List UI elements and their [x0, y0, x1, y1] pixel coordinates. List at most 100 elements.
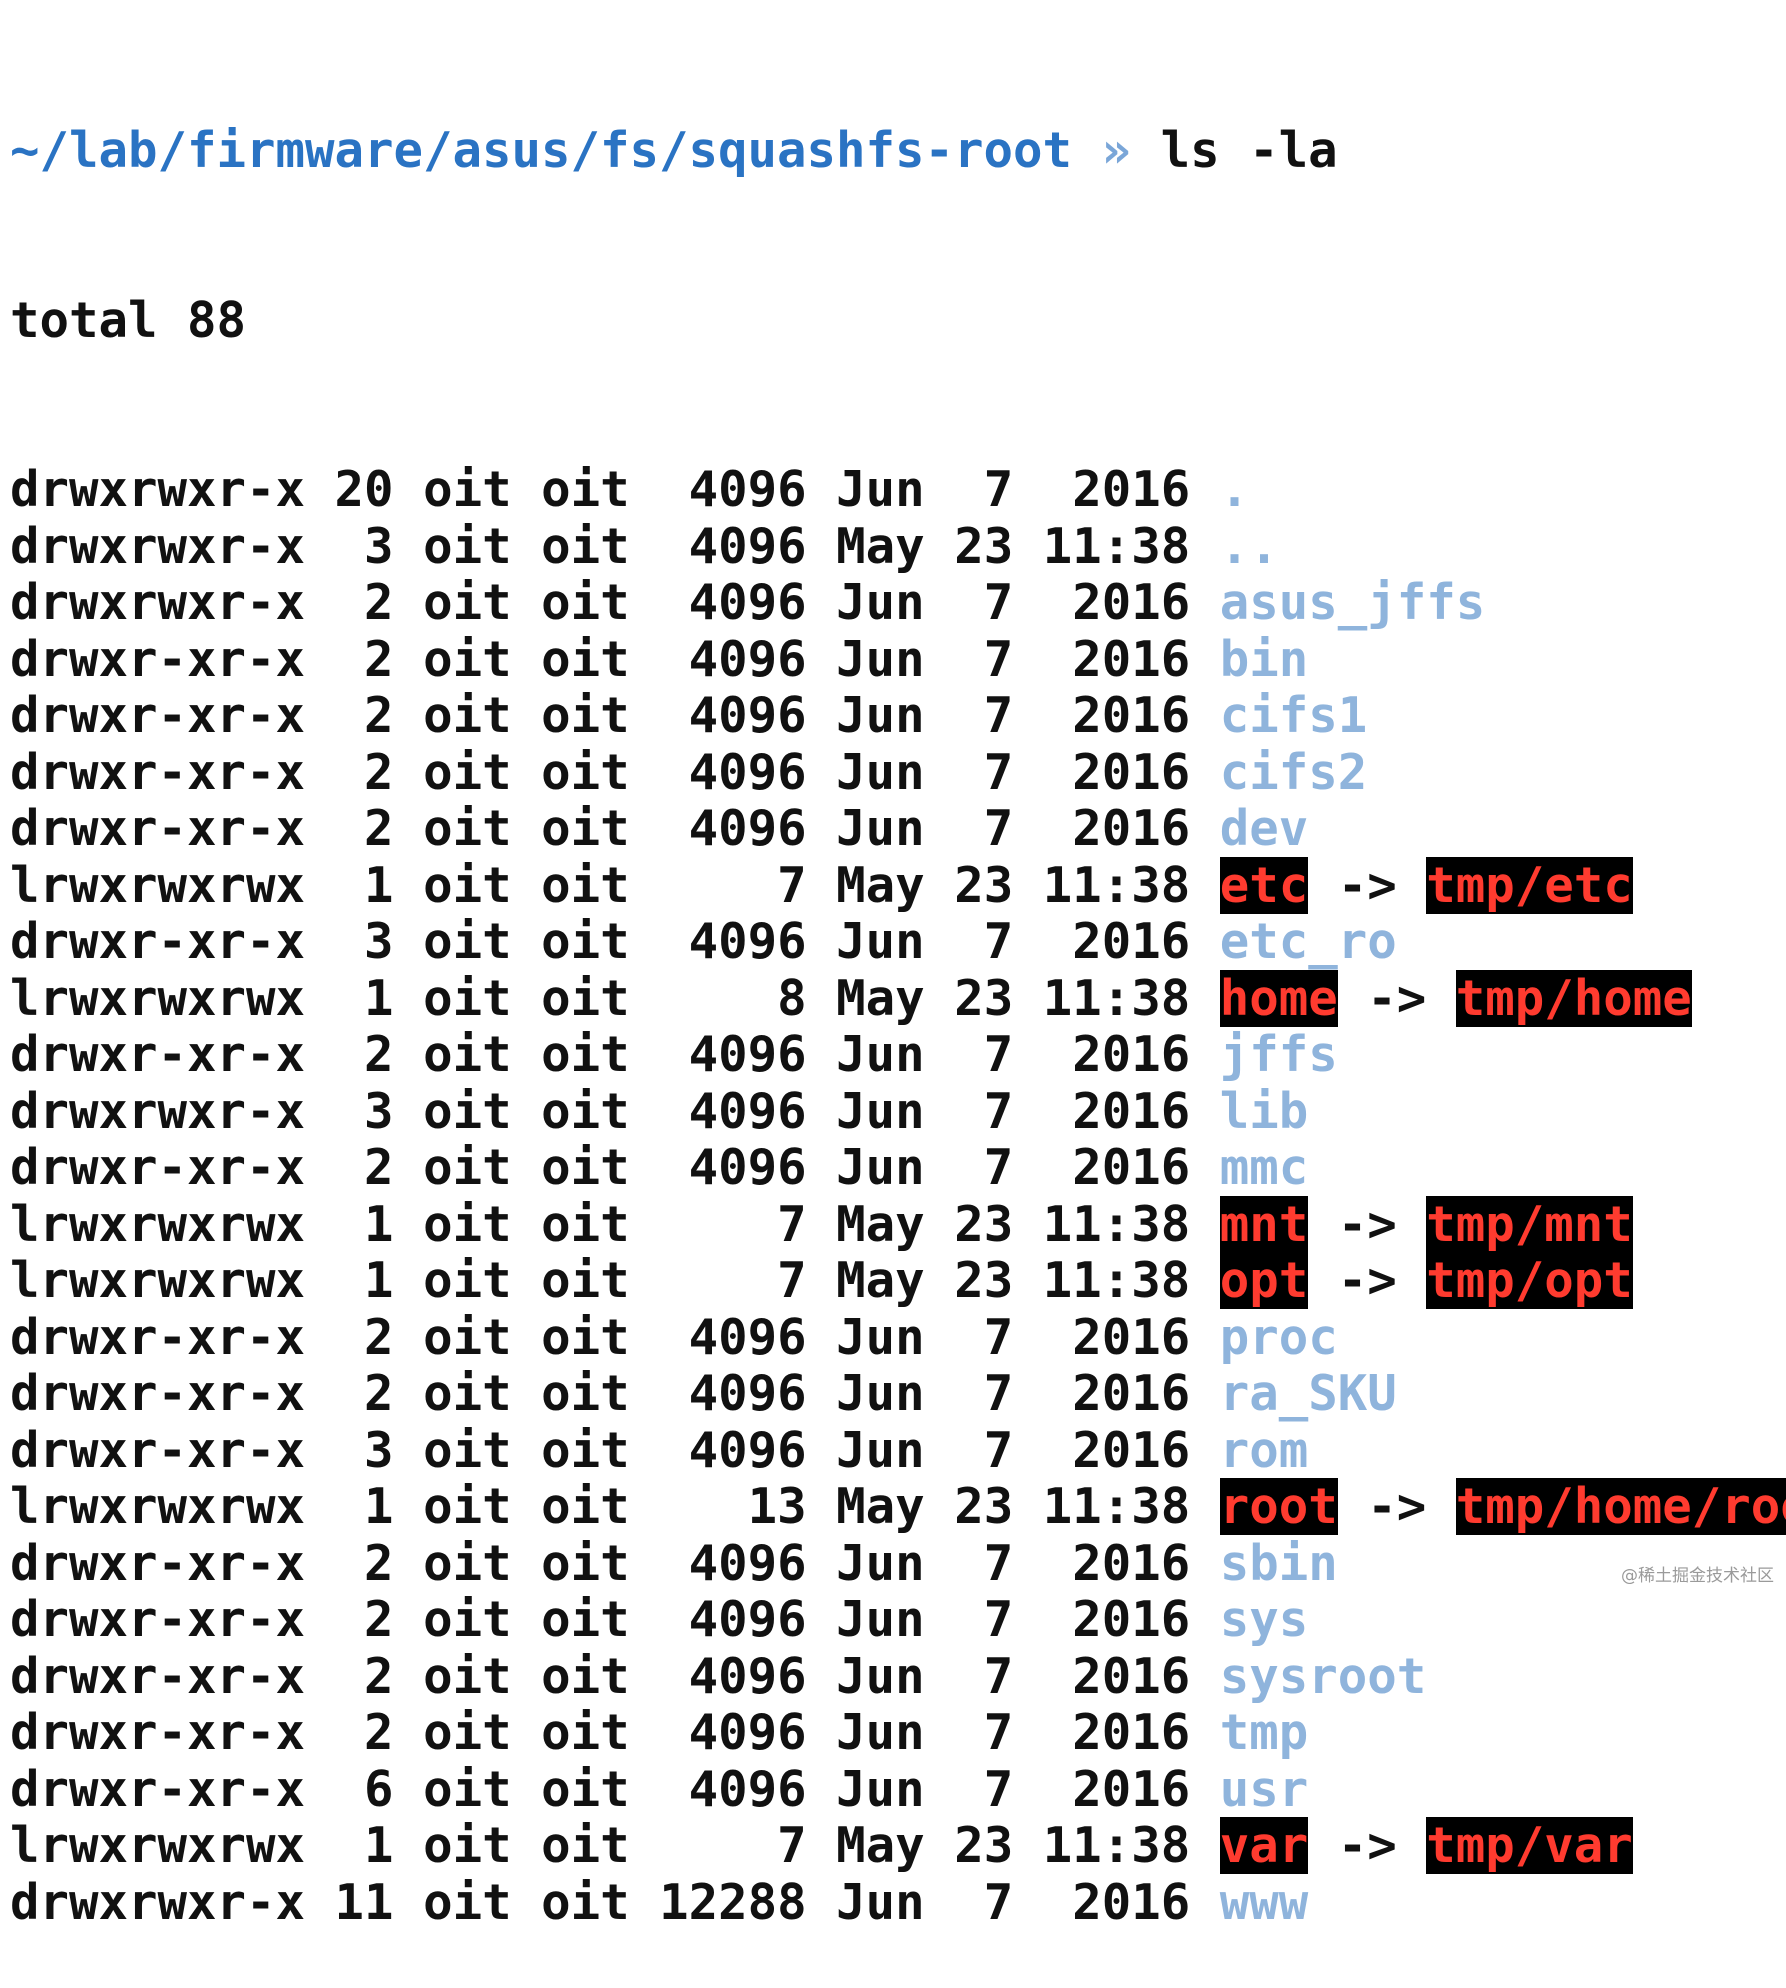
entry-group: oit — [541, 1082, 630, 1140]
entry-size: 4096 — [688, 574, 807, 631]
entry-size: 4096 — [688, 1082, 807, 1140]
symlink-target: tmp/opt — [1426, 1252, 1633, 1309]
entry-day: 7 — [983, 1026, 1014, 1083]
entry-month: Jun — [836, 687, 925, 744]
directory-name: www — [1219, 1873, 1309, 1931]
total-line: total 88 — [10, 291, 247, 349]
entry-permissions: drwxr-xr-x — [10, 1534, 306, 1592]
entry-permissions: drwxr-xr-x — [10, 1139, 306, 1196]
entry-owner: oit — [423, 574, 512, 631]
entry-links: 2 — [364, 743, 394, 801]
entry-size: 4096 — [688, 687, 807, 744]
directory-name: dev — [1219, 800, 1309, 857]
entry-links: 2 — [364, 1308, 394, 1366]
entry-permissions: lrwxrwxrwx — [10, 1817, 306, 1874]
entry-time: 11:38 — [1042, 1817, 1191, 1874]
entry-owner: oit — [423, 1704, 512, 1761]
entry-owner: oit — [423, 1760, 512, 1818]
entry-permissions: lrwxrwxrwx — [10, 856, 306, 914]
entry-group: oit — [541, 969, 630, 1027]
entry-size: 4096 — [688, 1704, 807, 1761]
entry-day: 7 — [983, 1760, 1014, 1818]
list-item: drwxr-xr-x 2 oit oit 4096 Jun 7 2016 jff… — [10, 1026, 1776, 1084]
entry-links: 2 — [364, 687, 394, 744]
directory-name: sbin — [1219, 1534, 1338, 1592]
list-item: drwxrwxr-x 3 oit oit 4096 May 23 11:38 .… — [10, 517, 1776, 576]
entry-size: 4096 — [688, 630, 807, 688]
entry-permissions: drwxrwxr-x — [10, 517, 306, 575]
prompt-symbol: » — [1101, 122, 1132, 179]
entry-group: oit — [541, 1139, 630, 1196]
list-item: lrwxrwxrwx 1 oit oit 7 May 23 11:38 etc … — [10, 856, 1776, 915]
entry-day: 7 — [983, 743, 1014, 801]
list-item: drwxr-xr-x 2 oit oit 4096 Jun 7 2016 dev — [10, 800, 1776, 858]
entry-group: oit — [541, 1421, 630, 1479]
list-item: lrwxrwxrwx 1 oit oit 13 May 23 11:38 roo… — [10, 1478, 1786, 1536]
entry-links: 3 — [364, 1421, 394, 1479]
entry-group: oit — [541, 1534, 630, 1592]
entry-group: oit — [541, 856, 630, 914]
entry-time: 2016 — [1072, 574, 1191, 631]
entry-month: Jun — [836, 630, 925, 688]
list-item: drwxr-xr-x 2 oit oit 4096 Jun 7 2016 bin — [10, 630, 1776, 689]
entry-links: 2 — [364, 1139, 394, 1196]
entry-month: May — [836, 969, 925, 1027]
symlink-name: home — [1219, 969, 1338, 1027]
entry-links: 2 — [364, 1534, 394, 1592]
directory-name: tmp — [1219, 1704, 1309, 1761]
entry-links: 3 — [364, 517, 394, 575]
entry-month: Jun — [836, 461, 925, 518]
entry-group: oit — [541, 461, 630, 518]
entry-size: 4096 — [688, 1421, 807, 1479]
list-item: drwxr-xr-x 2 oit oit 4096 Jun 7 2016 tmp — [10, 1704, 1776, 1762]
entry-size: 7 — [777, 1252, 807, 1309]
entry-owner: oit — [423, 1026, 512, 1083]
directory-name: mmc — [1219, 1139, 1309, 1196]
entry-time: 2016 — [1072, 1760, 1191, 1818]
entry-time: 11:38 — [1042, 969, 1191, 1027]
entry-month: Jun — [836, 1704, 925, 1761]
symlink-name: mnt — [1219, 1195, 1309, 1253]
entry-links: 2 — [364, 1591, 394, 1648]
entry-month: Jun — [836, 1365, 925, 1422]
entry-group: oit — [541, 1591, 630, 1648]
entry-permissions: drwxr-xr-x — [10, 1365, 306, 1422]
entry-month: Jun — [836, 1082, 925, 1140]
list-item: drwxr-xr-x 6 oit oit 4096 Jun 7 2016 usr — [10, 1760, 1776, 1819]
entry-group: oit — [541, 517, 630, 575]
entry-owner: oit — [423, 1534, 512, 1592]
entry-owner: oit — [423, 1421, 512, 1479]
entry-size: 4096 — [688, 1308, 807, 1366]
entry-day: 7 — [983, 630, 1014, 688]
entry-size: 4096 — [688, 1647, 807, 1705]
prompt-line: ~/lab/firmware/asus/fs/squashfs-root » l… — [10, 122, 1776, 180]
entry-permissions: lrwxrwxrwx — [10, 969, 306, 1027]
entry-links: 6 — [364, 1760, 394, 1818]
entry-day: 7 — [983, 1591, 1014, 1648]
entry-permissions: drwxr-xr-x — [10, 1026, 306, 1083]
symlink-target: tmp/home/root — [1455, 1478, 1786, 1535]
entry-permissions: drwxr-xr-x — [10, 1704, 306, 1761]
entry-time: 2016 — [1072, 1647, 1191, 1705]
directory-name: usr — [1219, 1760, 1309, 1818]
entry-day: 7 — [983, 574, 1014, 631]
entry-group: oit — [541, 913, 630, 970]
entry-day: 7 — [983, 1534, 1014, 1592]
entry-permissions: lrwxrwxrwx — [10, 1478, 306, 1535]
entry-permissions: drwxrwxr-x — [10, 1873, 306, 1931]
entry-size: 4096 — [688, 1534, 807, 1592]
entry-owner: oit — [423, 517, 512, 575]
entry-month: May — [836, 1817, 925, 1874]
terminal-window[interactable]: ~/lab/firmware/asus/fs/squashfs-root » l… — [10, 10, 1786, 1930]
entry-month: Jun — [836, 1647, 925, 1705]
list-item: drwxr-xr-x 2 oit oit 4096 Jun 7 2016 cif… — [10, 687, 1776, 745]
entry-month: Jun — [836, 1760, 925, 1818]
entry-group: oit — [541, 1308, 630, 1366]
entry-links: 2 — [364, 1026, 394, 1083]
entry-group: oit — [541, 1760, 630, 1818]
prompt-path: ~/lab/firmware/asus/fs/squashfs-root — [10, 122, 1073, 179]
symlink-target: tmp/home — [1455, 969, 1692, 1027]
entry-links: 2 — [364, 800, 394, 857]
list-item: drwxrwxr-x 20 oit oit 4096 Jun 7 2016 . — [10, 461, 1776, 519]
entry-links: 11 — [334, 1873, 394, 1931]
